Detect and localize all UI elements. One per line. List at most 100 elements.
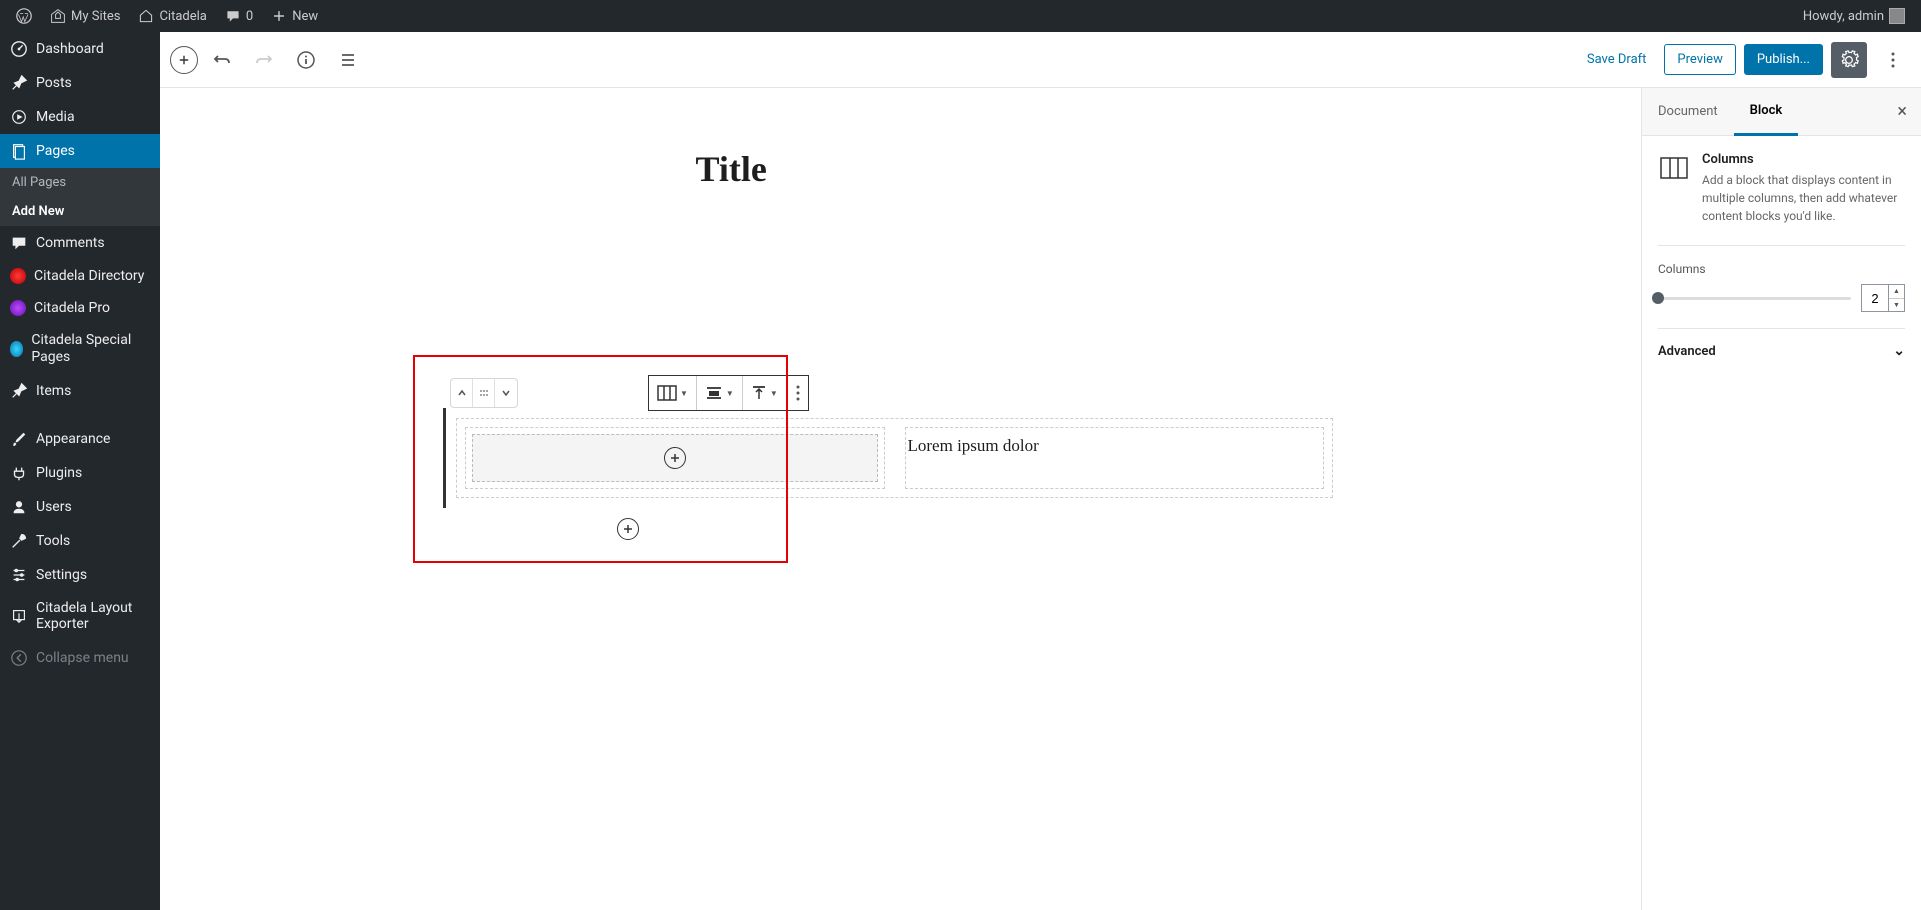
plugins-label: Plugins <box>36 465 82 481</box>
move-up-button[interactable] <box>451 379 473 407</box>
align-button[interactable]: ▼ <box>697 376 743 410</box>
media-icon <box>10 108 28 126</box>
chevron-down-icon: ⌄ <box>1893 343 1905 359</box>
admin-sidebar: Dashboard Posts Media Pages All Pages Ad… <box>0 32 160 910</box>
column-1[interactable] <box>465 427 885 489</box>
add-block-inside-button[interactable] <box>664 447 686 469</box>
sidebar-item-settings[interactable]: Settings <box>0 558 160 592</box>
columns-block[interactable]: Lorem ipsum dolor <box>443 408 1343 508</box>
sidebar-sub-all-pages[interactable]: All Pages <box>0 168 160 197</box>
new-link[interactable]: New <box>263 0 326 32</box>
avatar <box>1889 8 1905 24</box>
drag-handle[interactable] <box>473 379 495 407</box>
admin-bar: My Sites Citadela 0 New Howdy, admin <box>0 0 1921 32</box>
block-more-button[interactable] <box>787 376 808 410</box>
pin-icon <box>10 74 28 92</box>
sidebar-item-layout-exporter[interactable]: Citadela Layout Exporter <box>0 592 160 642</box>
citadela-pro-label: Citadela Pro <box>34 300 110 316</box>
dashboard-icon <box>10 40 28 58</box>
editor-topbar: Save Draft Preview Publish... <box>160 32 1921 88</box>
sidebar-item-plugins[interactable]: Plugins <box>0 456 160 490</box>
wordpress-icon <box>16 8 32 24</box>
paragraph-text[interactable]: Lorem ipsum dolor <box>906 428 1324 464</box>
preview-button[interactable]: Preview <box>1664 44 1735 75</box>
add-block-below-button[interactable] <box>617 518 639 540</box>
items-label: Items <box>36 383 71 399</box>
add-block-button[interactable] <box>170 46 198 74</box>
caret-down-icon: ▼ <box>770 389 778 398</box>
inspector-panel: Document Block × Columns Add a block tha… <box>1641 88 1921 910</box>
column-2[interactable]: Lorem ipsum dolor <box>905 427 1325 489</box>
more-button[interactable] <box>1875 42 1911 78</box>
sidebar-item-citadela-directory[interactable]: Citadela Directory <box>0 260 160 292</box>
media-label: Media <box>36 109 75 125</box>
columns-row: Lorem ipsum dolor <box>456 418 1333 498</box>
move-down-button[interactable] <box>495 379 517 407</box>
editor-canvas: Title ▼ ▼ ▼ <box>160 88 1641 910</box>
columns-number-input[interactable]: ▲ ▼ <box>1861 284 1905 312</box>
outline-button[interactable] <box>330 42 366 78</box>
my-sites-link[interactable]: My Sites <box>42 0 128 32</box>
collapse-icon <box>10 649 28 667</box>
advanced-panel[interactable]: Advanced ⌄ <box>1658 328 1905 373</box>
comments-link[interactable]: 0 <box>217 0 261 32</box>
block-name: Columns <box>1702 152 1905 167</box>
step-up-button[interactable]: ▲ <box>1889 285 1904 299</box>
columns-value[interactable] <box>1862 291 1888 306</box>
user-greeting[interactable]: Howdy, admin <box>1795 0 1913 32</box>
sidebar-item-items[interactable]: Items <box>0 374 160 408</box>
step-down-button[interactable]: ▼ <box>1889 299 1904 312</box>
my-sites-label: My Sites <box>71 9 120 24</box>
columns-label: Columns <box>1658 262 1905 276</box>
redo-button[interactable] <box>246 42 282 78</box>
sidebar-item-collapse[interactable]: Collapse menu <box>0 641 160 675</box>
brush-icon <box>10 430 28 448</box>
site-name-label: Citadela <box>159 9 206 24</box>
comments-count: 0 <box>246 9 253 24</box>
block-card: Columns Add a block that displays conten… <box>1658 152 1905 225</box>
valign-button[interactable]: ▼ <box>743 376 787 410</box>
info-button[interactable] <box>288 42 324 78</box>
close-inspector-button[interactable]: × <box>1883 101 1921 122</box>
comments-icon <box>10 234 28 252</box>
comments-label: Comments <box>36 235 105 251</box>
settings-button[interactable] <box>1831 42 1867 78</box>
tools-label: Tools <box>36 533 70 549</box>
sidebar-item-citadela-special[interactable]: Citadela Special Pages <box>0 324 160 374</box>
block-type-button[interactable]: ▼ <box>649 376 697 410</box>
slider-thumb[interactable] <box>1652 292 1664 304</box>
new-label: New <box>292 9 318 24</box>
column-appender[interactable] <box>472 434 878 482</box>
advanced-label: Advanced <box>1658 344 1716 359</box>
page-title[interactable]: Title <box>696 148 1321 190</box>
citadela-pro-icon <box>10 300 26 316</box>
citadela-special-icon <box>10 341 23 357</box>
publish-button[interactable]: Publish... <box>1744 44 1823 75</box>
save-draft-button[interactable]: Save Draft <box>1577 52 1657 67</box>
wrench-icon <box>10 532 28 550</box>
undo-button[interactable] <box>204 42 240 78</box>
appearance-label: Appearance <box>36 431 110 447</box>
columns-slider[interactable] <box>1658 297 1851 300</box>
pages-label: Pages <box>36 143 75 159</box>
sidebar-item-comments[interactable]: Comments <box>0 226 160 260</box>
tab-block[interactable]: Block <box>1734 88 1799 136</box>
greeting-label: Howdy, admin <box>1803 9 1884 24</box>
posts-label: Posts <box>36 75 72 91</box>
sidebar-item-tools[interactable]: Tools <box>0 524 160 558</box>
sidebar-item-appearance[interactable]: Appearance <box>0 422 160 456</box>
citadela-special-label: Citadela Special Pages <box>31 332 150 366</box>
sidebar-item-citadela-pro[interactable]: Citadela Pro <box>0 292 160 324</box>
sidebar-item-pages[interactable]: Pages <box>0 134 160 168</box>
sites-icon <box>50 8 66 24</box>
sidebar-item-posts[interactable]: Posts <box>0 66 160 100</box>
sidebar-sub-add-new[interactable]: Add New <box>0 197 160 226</box>
block-toolbar: ▼ ▼ ▼ <box>648 375 809 411</box>
site-link[interactable]: Citadela <box>130 0 214 32</box>
wp-logo[interactable] <box>8 0 40 32</box>
tab-document[interactable]: Document <box>1642 88 1734 136</box>
sidebar-item-users[interactable]: Users <box>0 490 160 524</box>
sidebar-item-dashboard[interactable]: Dashboard <box>0 32 160 66</box>
sidebar-item-media[interactable]: Media <box>0 100 160 134</box>
citadela-dir-icon <box>10 268 26 284</box>
